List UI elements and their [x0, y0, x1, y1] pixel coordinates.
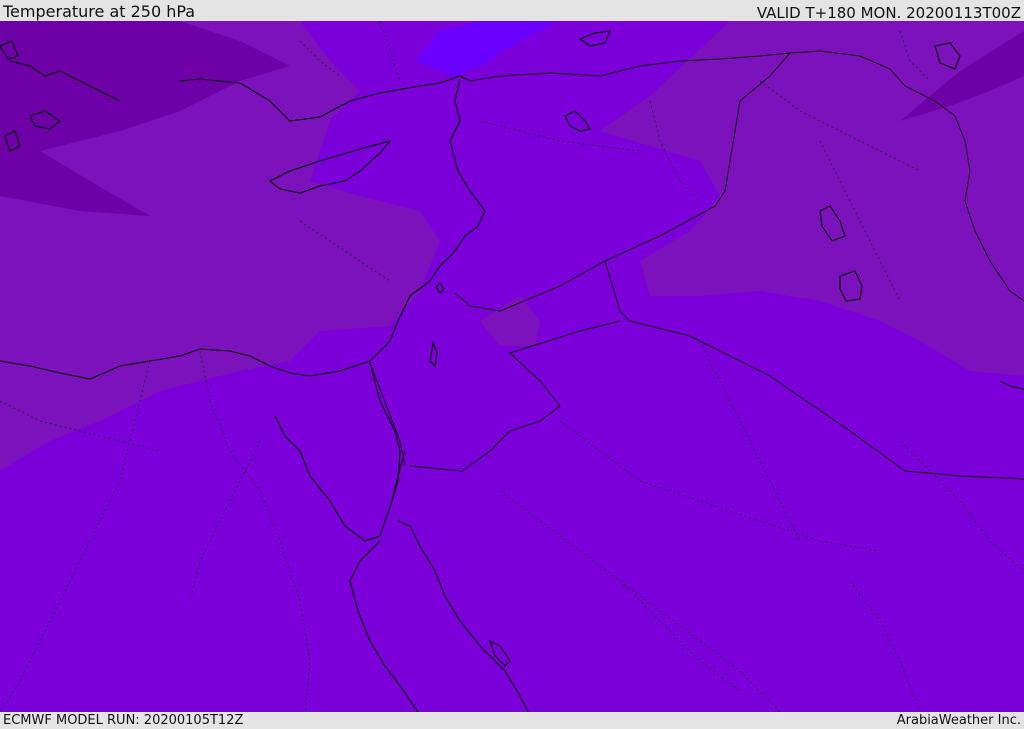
credit: ArabiaWeather Inc.: [896, 713, 1021, 728]
weather-map[interactable]: [0, 21, 1024, 712]
footer-bar: ECMWF MODEL RUN: 20200105T12Z ArabiaWeat…: [0, 712, 1024, 729]
model-run: ECMWF MODEL RUN: 20200105T12Z: [3, 713, 244, 728]
valid-time: VALID T+180 MON. 20200113T00Z: [756, 4, 1021, 22]
header-bar: Temperature at 250 hPa VALID T+180 MON. …: [0, 0, 1024, 21]
map-title: Temperature at 250 hPa: [3, 2, 196, 21]
